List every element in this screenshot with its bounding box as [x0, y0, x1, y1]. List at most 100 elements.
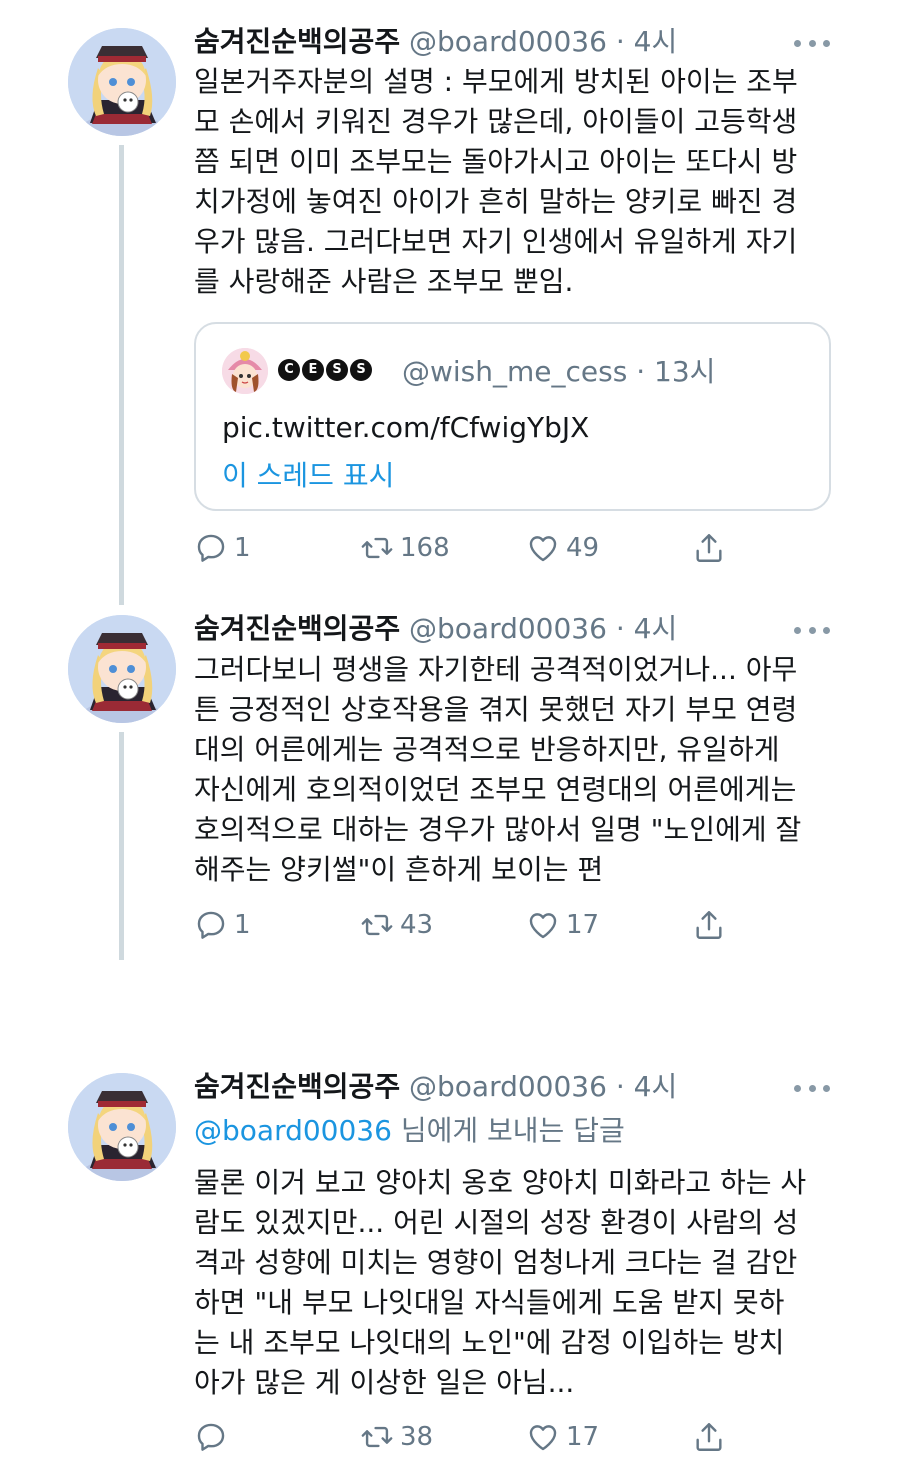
avatar[interactable] [68, 615, 176, 723]
text-line: 격과 성향에 미치는 영향이 엄청나게 크다는 걸 감안 [194, 1246, 798, 1279]
separator-dot: · [636, 355, 646, 388]
text-line: 람도 있겠지만... 어린 시절의 성장 환경이 사람의 성 [194, 1206, 799, 1239]
text-line: 물론 이거 보고 양아치 옹호 양아치 미화라고 하는 사 [194, 1166, 807, 1199]
more-icon[interactable] [794, 620, 830, 640]
quoted-pic-link[interactable]: pic.twitter.com/fCfwigYbJX [222, 408, 589, 448]
avatar-image [68, 28, 176, 136]
text-line: 는 내 조부모 나잇대의 노인"에 감정 이입하는 방치 [194, 1326, 785, 1359]
like-button[interactable]: 17 [526, 905, 599, 945]
text-line: 하면 "내 부모 나잇대일 자식들에게 도움 받지 못하 [194, 1286, 785, 1319]
heart-icon [526, 908, 560, 942]
user-handle[interactable]: @board00036 [409, 612, 607, 645]
quoted-avatar[interactable] [222, 348, 268, 394]
tweet-text: 그러다보니 평생을 자기한테 공격적이었거나... 아무 튼 긍정적인 상호작용… [194, 650, 834, 890]
tweet-header: 숨겨진순백의공주 @board00036 · 4시 [194, 22, 830, 62]
like-count: 17 [566, 910, 600, 940]
user-handle[interactable]: @board00036 [409, 25, 607, 58]
retweet-button[interactable]: 168 [360, 528, 450, 568]
reply-mention-link[interactable]: @board00036 [194, 1114, 392, 1147]
tweet-header: 숨겨진순백의공주 @board00036 · 4시 [194, 1067, 830, 1107]
user-handle[interactable]: @board00036 [409, 1070, 607, 1103]
quoted-meta: @wish_me_cess · 13시 [402, 352, 715, 392]
reply-icon [194, 908, 228, 942]
display-name[interactable]: 숨겨진순백의공주 [194, 1070, 400, 1103]
avatar[interactable] [68, 28, 176, 136]
reply-button[interactable]: 1 [194, 528, 251, 568]
retweet-icon [360, 908, 394, 942]
quoted-name-badges[interactable]: C E S S [278, 359, 372, 381]
reply-button[interactable] [194, 1417, 234, 1457]
retweet-icon [360, 531, 394, 565]
badge-letter: E [302, 359, 324, 381]
reply-icon [194, 531, 228, 565]
separator-dot: · [615, 25, 625, 58]
retweet-count: 168 [400, 533, 450, 563]
tweet-actions: 1 43 17 [194, 905, 754, 945]
quoted-avatar-image [222, 348, 268, 394]
timestamp[interactable]: 4시 [634, 1070, 678, 1103]
tweet-text: 물론 이거 보고 양아치 옹호 양아치 미화라고 하는 사 람도 있겠지만...… [194, 1163, 834, 1403]
quoted-tweet[interactable]: C E S S @wish_me_cess · 13시 pic.twitter.… [194, 322, 831, 511]
share-button[interactable] [692, 905, 726, 945]
text-line: 대의 어른에게는 공격적으로 반응하지만, 유일하게 [194, 733, 780, 766]
text-line: 튼 긍정적인 상호작용을 겪지 못했던 자기 부모 연령 [194, 693, 798, 726]
more-icon[interactable] [794, 1078, 830, 1098]
text-line: 일본거주자분의 설명 : 부모에게 방치된 아이는 조부 [194, 65, 798, 98]
badge-letter: S [350, 359, 372, 381]
share-icon [692, 531, 726, 565]
separator-dot: · [615, 612, 625, 645]
separator-dot: · [615, 1070, 625, 1103]
reply-count: 1 [234, 910, 251, 940]
thread-connector [119, 145, 124, 605]
like-count: 17 [566, 1422, 600, 1452]
text-line: 아가 많은 게 이상한 일은 아님... [194, 1366, 575, 1399]
share-icon [692, 1420, 726, 1454]
retweet-count: 38 [400, 1422, 434, 1452]
quoted-handle[interactable]: @wish_me_cess [402, 355, 627, 388]
text-line: 를 사랑해준 사람은 조부모 뿐임. [194, 265, 574, 298]
avatar-image [68, 1073, 176, 1181]
thread-connector [119, 605, 124, 615]
share-button[interactable] [692, 528, 726, 568]
share-button[interactable] [692, 1417, 726, 1457]
reply-to-label: 님에게 보내는 답글 [391, 1114, 625, 1147]
thread-connector [119, 732, 124, 960]
text-line: 모 손에서 키워진 경우가 많은데, 아이들이 고등학생 [194, 105, 798, 138]
tweet-text: 일본거주자분의 설명 : 부모에게 방치된 아이는 조부 모 손에서 키워진 경… [194, 62, 834, 302]
timestamp[interactable]: 4시 [634, 612, 678, 645]
like-button[interactable]: 17 [526, 1417, 599, 1457]
text-line: 우가 많음. 그러다보면 자기 인생에서 유일하게 자기 [194, 225, 798, 258]
text-line: 그러다보니 평생을 자기한테 공격적이었거나... 아무 [194, 653, 798, 686]
tweet-actions: 1 168 49 [194, 528, 754, 568]
heart-icon [526, 531, 560, 565]
like-count: 49 [566, 533, 600, 563]
like-button[interactable]: 49 [526, 528, 599, 568]
avatar-image [68, 615, 176, 723]
text-line: 해주는 양키썰"이 흔하게 보이는 편 [194, 853, 604, 886]
text-line: 치가정에 놓여진 아이가 흔히 말하는 양키로 빠진 경 [194, 185, 798, 218]
timestamp[interactable]: 4시 [634, 25, 678, 58]
display-name[interactable]: 숨겨진순백의공주 [194, 25, 400, 58]
share-icon [692, 908, 726, 942]
retweet-button[interactable]: 38 [360, 1417, 433, 1457]
retweet-button[interactable]: 43 [360, 905, 433, 945]
heart-icon [526, 1420, 560, 1454]
badge-letter: S [326, 359, 348, 381]
text-line: 쯤 되면 이미 조부모는 돌아가시고 아이는 또다시 방 [194, 145, 798, 178]
retweet-icon [360, 1420, 394, 1454]
tweet-actions: 38 17 [194, 1417, 754, 1457]
quoted-timestamp[interactable]: 13시 [654, 355, 715, 388]
text-line: 자신에게 호의적이었던 조부모 연령대의 어른에게는 [194, 773, 797, 806]
retweet-count: 43 [400, 910, 434, 940]
display-name[interactable]: 숨겨진순백의공주 [194, 612, 400, 645]
replying-to: @board00036 님에게 보내는 답글 [194, 1111, 625, 1151]
tweet-header: 숨겨진순백의공주 @board00036 · 4시 [194, 609, 830, 649]
show-thread-link[interactable]: 이 스레드 표시 [222, 456, 394, 496]
text-line: 호의적으로 대하는 경우가 많아서 일명 "노인에게 잘 [194, 813, 802, 846]
reply-button[interactable]: 1 [194, 905, 251, 945]
badge-letter: C [278, 359, 300, 381]
avatar[interactable] [68, 1073, 176, 1181]
more-icon[interactable] [794, 33, 830, 53]
reply-count: 1 [234, 533, 251, 563]
reply-icon [194, 1420, 228, 1454]
